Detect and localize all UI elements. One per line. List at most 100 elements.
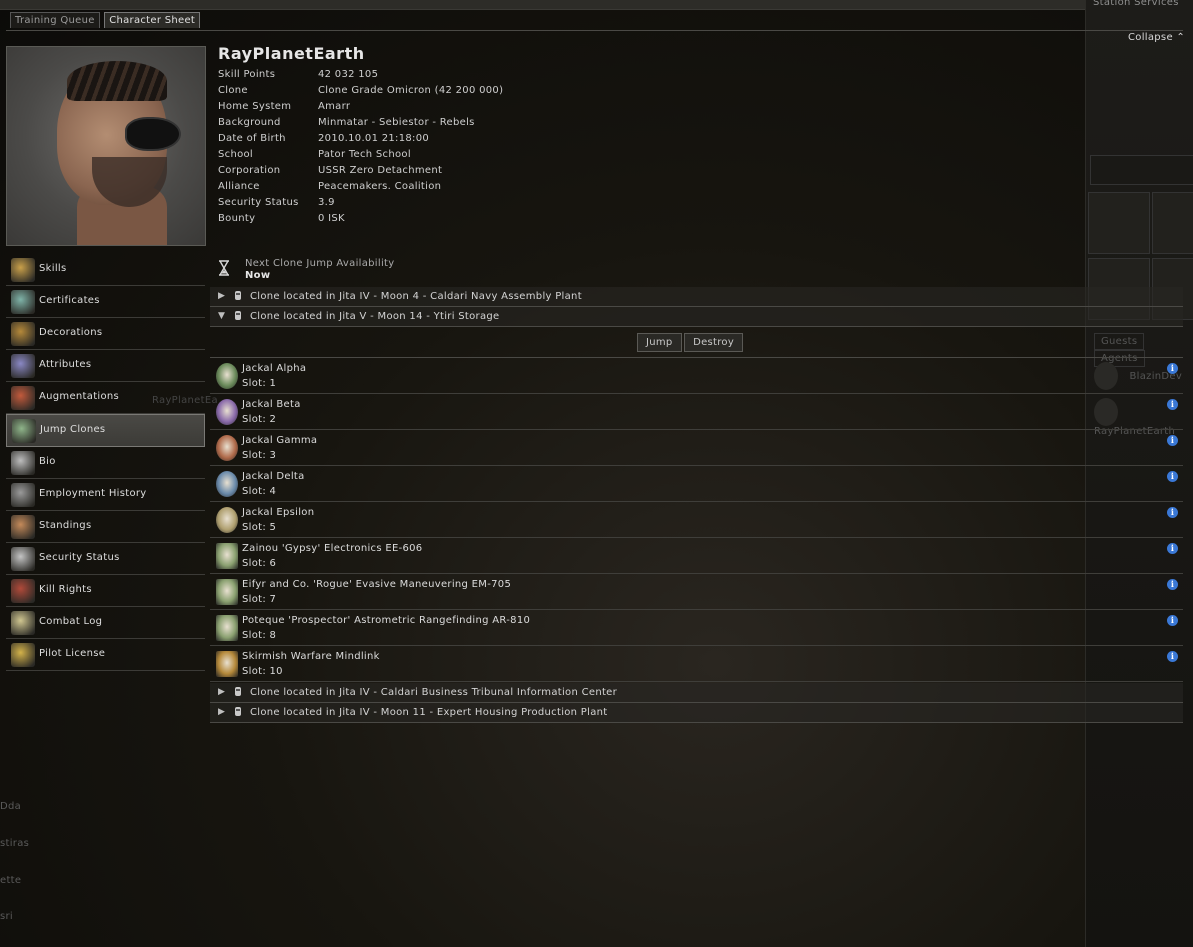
clone-location-header[interactable]: ▶ Clone located in Jita IV - Moon 11 - E… — [210, 703, 1183, 723]
ship-icon — [1152, 192, 1193, 254]
clone-icon — [235, 707, 241, 716]
implant-slot: Slot: 8 — [242, 630, 277, 641]
sidebar-item-label: Certificates — [39, 295, 100, 306]
implant-slot: Slot: 10 — [242, 666, 283, 677]
info-row-home-system: Home System Amarr — [218, 101, 351, 112]
sidebar-item-label: Augmentations — [39, 391, 120, 402]
implant-row[interactable]: Jackal Gamma Slot: 3 i — [210, 430, 1183, 466]
character-sheet-menu: Skills Certificates Decorations Attributes A… — [6, 254, 205, 671]
info-icon[interactable]: i — [1167, 471, 1178, 482]
attributes-icon — [11, 354, 35, 378]
clone-location-label: Clone located in Jita IV - Caldari Busin… — [250, 687, 618, 698]
sidebar-item-skills[interactable]: Skills — [6, 254, 205, 286]
implant-row[interactable]: Jackal Alpha Slot: 1 i — [210, 358, 1183, 394]
clone-location-header[interactable]: ▶ Clone located in Jita IV - Caldari Bus… — [210, 683, 1183, 703]
character-name: RayPlanetEarth — [218, 44, 365, 63]
sidebar-item-label: Skills — [39, 263, 67, 274]
clone-location-header[interactable]: ▼ Clone located in Jita V - Moon 14 - Yt… — [210, 307, 1183, 327]
pilot-license-icon — [11, 643, 35, 667]
info-row-clone: Clone Clone Grade Omicron (42 200 000) — [218, 85, 504, 96]
hardwiring-implant-icon — [216, 543, 238, 569]
chevron-up-icon: ⌃ — [1176, 32, 1186, 43]
implant-slot: Slot: 5 — [242, 522, 277, 533]
sidebar-item-combat-log[interactable]: Combat Log — [6, 607, 205, 639]
info-icon[interactable]: i — [1167, 399, 1178, 410]
window-title-bar[interactable] — [0, 0, 1085, 10]
clone-action-buttons: Jump Destroy — [637, 333, 744, 352]
sidebar-item-certificates[interactable]: Certificates — [6, 286, 205, 318]
collapse-button[interactable]: Collapse ⌃ — [1128, 32, 1185, 43]
destroy-button[interactable]: Destroy — [684, 333, 744, 352]
implant-name: Skirmish Warfare Mindlink — [242, 651, 380, 662]
sidebar-item-label: Bio — [39, 456, 56, 467]
implant-name: Jackal Gamma — [242, 435, 318, 446]
expand-arrow-icon: ▶ — [218, 291, 226, 301]
expand-arrow-icon: ▶ — [218, 707, 226, 717]
implant-row[interactable]: Skirmish Warfare Mindlink Slot: 10 i — [210, 646, 1183, 682]
character-portrait[interactable] — [6, 46, 206, 246]
certificate-icon — [11, 290, 35, 314]
info-icon[interactable]: i — [1167, 435, 1178, 446]
skull-implant-icon — [216, 471, 238, 497]
sidebar-item-employment-history[interactable]: Employment History — [6, 479, 205, 511]
info-icon[interactable]: i — [1167, 651, 1178, 662]
jump-button[interactable]: Jump — [637, 333, 682, 352]
skull-implant-icon — [216, 507, 238, 533]
expand-arrow-icon: ▶ — [218, 687, 226, 697]
implant-row[interactable]: Jackal Beta Slot: 2 i — [210, 394, 1183, 430]
implant-slot: Slot: 4 — [242, 486, 277, 497]
sidebar-item-label: Standings — [39, 520, 92, 531]
implant-name: Jackal Beta — [242, 399, 301, 410]
sidebar-item-bio[interactable]: Bio — [6, 447, 205, 479]
skull-implant-icon — [216, 399, 238, 425]
background-ghost-text: stiras — [0, 838, 30, 849]
medal-icon — [11, 322, 35, 346]
sidebar-item-kill-rights[interactable]: Kill Rights — [6, 575, 205, 607]
implant-name: Jackal Delta — [242, 471, 305, 482]
info-icon[interactable]: i — [1167, 579, 1178, 590]
implant-name: Jackal Alpha — [242, 363, 307, 374]
implant-row[interactable]: Zainou 'Gypsy' Electronics EE-606 Slot: 6… — [210, 538, 1183, 574]
implant-name: Jackal Epsilon — [242, 507, 315, 518]
clone-location-label: Clone located in Jita V - Moon 14 - Ytir… — [250, 311, 500, 322]
sunglasses — [125, 117, 181, 151]
sidebar-item-label: Attributes — [39, 359, 92, 370]
implant-slot: Slot: 3 — [242, 450, 277, 461]
tab-training-queue[interactable]: Training Queue — [10, 12, 100, 28]
implant-row[interactable]: Jackal Epsilon Slot: 5 i — [210, 502, 1183, 538]
skull-implant-icon — [216, 363, 238, 389]
info-row-skill-points: Skill Points 42 032 105 — [218, 69, 379, 80]
info-row-school: School Pator Tech School — [218, 149, 411, 160]
clone-location-header[interactable]: ▶ Clone located in Jita IV - Moon 4 - Ca… — [210, 287, 1183, 307]
implant-row[interactable]: Jackal Delta Slot: 4 i — [210, 466, 1183, 502]
info-icon[interactable]: i — [1167, 615, 1178, 626]
skull-implant-icon — [216, 435, 238, 461]
tab-character-sheet[interactable]: Character Sheet — [104, 12, 201, 28]
sidebar-item-pilot-license[interactable]: Pilot License — [6, 639, 205, 671]
implant-slot: Slot: 1 — [242, 378, 277, 389]
clone-location-label: Clone located in Jita IV - Moon 4 - Cald… — [250, 291, 582, 302]
sidebar-item-decorations[interactable]: Decorations — [6, 318, 205, 350]
kill-rights-icon — [11, 579, 35, 603]
background-ghost-text: sri — [0, 911, 13, 922]
sidebar-item-security-status[interactable]: Security Status — [6, 543, 205, 575]
info-icon[interactable]: i — [1167, 543, 1178, 554]
info-row-corporation: Corporation USSR Zero Detachment — [218, 165, 443, 176]
implant-row[interactable]: Eifyr and Co. 'Rogue' Evasive Maneuverin… — [210, 574, 1183, 610]
implant-name: Zainou 'Gypsy' Electronics EE-606 — [242, 543, 423, 554]
sidebar-item-label: Combat Log — [39, 616, 103, 627]
implant-name: Poteque 'Prospector' Astrometric Rangefi… — [242, 615, 531, 626]
implant-row[interactable]: Poteque 'Prospector' Astrometric Rangefi… — [210, 610, 1183, 646]
info-icon[interactable]: i — [1167, 363, 1178, 374]
sidebar-item-jump-clones[interactable]: Jump Clones — [6, 414, 205, 447]
sidebar-item-standings[interactable]: Standings — [6, 511, 205, 543]
sidebar-item-augmentations[interactable]: Augmentations — [6, 382, 205, 414]
implant-slot: Slot: 6 — [242, 558, 277, 569]
info-row-security-status: Security Status 3.9 — [218, 197, 335, 208]
hourglass-icon — [219, 260, 229, 276]
sidebar-item-attributes[interactable]: Attributes — [6, 350, 205, 382]
clone-icon — [235, 687, 241, 696]
info-icon[interactable]: i — [1167, 507, 1178, 518]
combat-swords-icon — [11, 611, 35, 635]
employment-icon — [11, 483, 35, 507]
